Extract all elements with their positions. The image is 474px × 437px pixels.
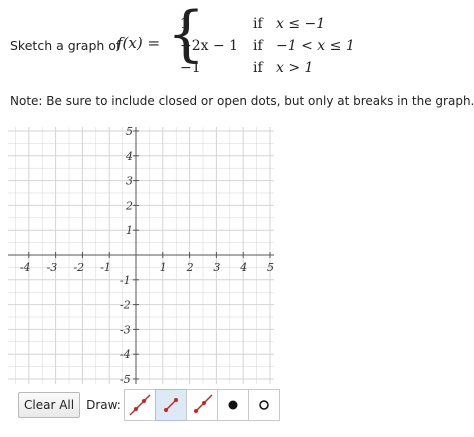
y-tick-label: 4 bbox=[125, 150, 133, 163]
y-tick-label: 1 bbox=[126, 224, 133, 237]
y-tick-label: -4 bbox=[120, 348, 131, 361]
ray-icon bbox=[193, 394, 213, 413]
x-tick-label: 3 bbox=[213, 261, 220, 274]
case-value: −2x − 1 bbox=[180, 38, 239, 54]
open-dot-tool[interactable] bbox=[247, 389, 280, 421]
x-tick-label: 4 bbox=[239, 261, 247, 274]
closed-dot-tool[interactable] bbox=[216, 389, 249, 421]
x-tick-label: 5 bbox=[267, 261, 274, 274]
y-tick-label: 3 bbox=[126, 175, 133, 188]
segment-icon bbox=[163, 398, 178, 412]
x-tick-label: 1 bbox=[160, 261, 167, 274]
case-condition: if −1 < x ≤ 1 bbox=[253, 38, 355, 54]
instruction-note: Note: Be sure to include closed or open … bbox=[10, 94, 474, 108]
x-tick-label: -2 bbox=[73, 261, 84, 274]
x-tick-label: -4 bbox=[20, 261, 31, 274]
y-tick-label: -3 bbox=[120, 323, 131, 336]
ray-tool[interactable] bbox=[185, 389, 218, 421]
y-tick-label: 2 bbox=[125, 199, 133, 212]
y-tick-label: -1 bbox=[120, 274, 131, 287]
line-icon bbox=[129, 394, 151, 416]
draw-toolbar: Clear All Draw: bbox=[18, 388, 280, 422]
x-tick-label: -1 bbox=[100, 261, 111, 274]
case-value: −1 bbox=[180, 60, 201, 76]
piecewise-brace: { bbox=[167, 0, 206, 69]
clear-all-button[interactable]: Clear All bbox=[18, 392, 81, 418]
segment-tool[interactable] bbox=[154, 389, 187, 421]
closed-dot-icon bbox=[228, 400, 238, 410]
case-condition: if x > 1 bbox=[253, 60, 314, 76]
prompt-text: Sketch a graph of bbox=[10, 38, 121, 53]
open-dot-icon bbox=[259, 400, 269, 410]
line-tool[interactable] bbox=[123, 389, 156, 421]
y-tick-label: -2 bbox=[120, 299, 131, 312]
y-tick-label: -5 bbox=[120, 373, 131, 384]
x-tick-label: 2 bbox=[186, 261, 194, 274]
x-tick-label: -3 bbox=[47, 261, 58, 274]
y-tick-label: 5 bbox=[126, 125, 133, 138]
case-condition: if x ≤ −1 bbox=[253, 16, 326, 32]
draw-label: Draw: bbox=[86, 398, 121, 412]
problem-statement: Sketch a graph of f(x) = { 1 if x ≤ −1 −… bbox=[10, 0, 470, 86]
graph-canvas[interactable]: -5-4-3-2-11234554321-1-2-3-4-5 bbox=[8, 122, 298, 384]
case-value: 1 bbox=[180, 16, 189, 32]
function-name: f(x) = bbox=[117, 34, 161, 52]
